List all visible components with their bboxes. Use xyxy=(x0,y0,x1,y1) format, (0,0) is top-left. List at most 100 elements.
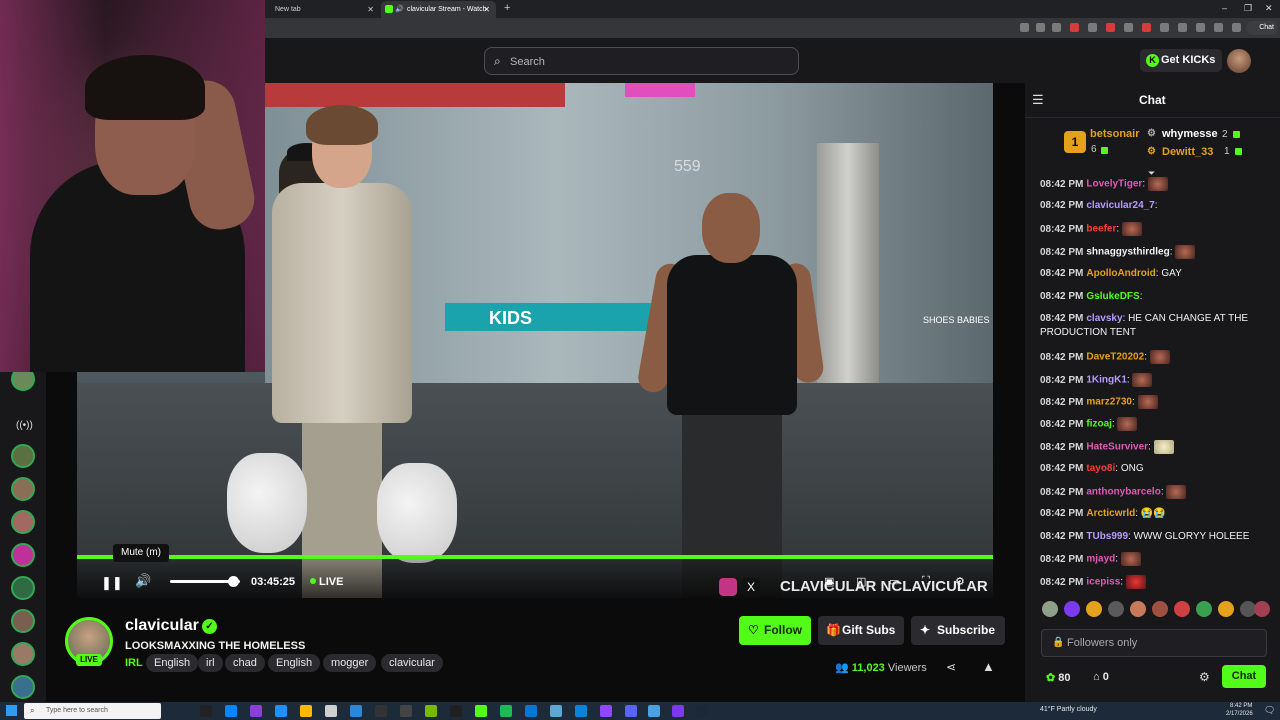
gift-subs-button[interactable]: 🎁 Gift Subs xyxy=(818,616,904,645)
chat-username[interactable]: clavsky xyxy=(1086,313,1122,324)
search-input[interactable]: ⌕ Search xyxy=(484,47,799,75)
taskbar-app-icon[interactable] xyxy=(325,705,337,717)
stream-tag[interactable]: clavicular xyxy=(381,654,443,672)
extension-icon[interactable] xyxy=(1070,23,1079,32)
chat-username[interactable]: DaveT20202 xyxy=(1086,352,1144,363)
taskbar-app-icon[interactable] xyxy=(425,705,437,717)
stream-tag[interactable]: mogger xyxy=(323,654,377,672)
minimize-icon[interactable]: – xyxy=(1222,0,1227,17)
chat-username[interactable]: ApolloAndroid xyxy=(1086,268,1155,279)
favorite-star-icon[interactable] xyxy=(1052,23,1061,32)
settings-icon[interactable] xyxy=(1178,23,1187,32)
extensions-puzzle-icon[interactable] xyxy=(1160,23,1169,32)
file-explorer-icon[interactable] xyxy=(300,705,312,717)
top-gifter-name[interactable]: whymesse xyxy=(1162,128,1218,140)
followed-channel-avatar[interactable] xyxy=(11,675,35,699)
user-avatar[interactable] xyxy=(1227,49,1251,73)
chat-settings-icon[interactable]: ⚙ xyxy=(1199,670,1210,684)
chat-username[interactable]: LovelyTiger xyxy=(1086,179,1142,190)
stream-tag[interactable]: English xyxy=(268,654,321,672)
taskbar-app-icon[interactable] xyxy=(672,705,684,717)
extension-icon[interactable] xyxy=(1088,23,1097,32)
read-aloud-icon[interactable] xyxy=(1036,23,1045,32)
streamer-name[interactable]: clavicular xyxy=(125,617,199,635)
chat-emote-icon[interactable] xyxy=(1147,177,1168,191)
tab-new-tab[interactable]: New tab ✕ xyxy=(265,1,380,18)
emote-icon[interactable] xyxy=(1108,601,1124,617)
followed-channel-avatar[interactable] xyxy=(11,576,35,600)
chat-username[interactable]: HateSurviver xyxy=(1086,442,1148,453)
chat-username[interactable]: fizoaj xyxy=(1086,419,1112,430)
chat-username[interactable]: marz2730 xyxy=(1086,397,1132,408)
followed-channel-avatar[interactable] xyxy=(11,510,35,534)
taskbar-app-icon[interactable] xyxy=(600,705,612,717)
report-warning-icon[interactable]: ▲ xyxy=(982,659,995,674)
taskbar-app-icon[interactable] xyxy=(450,705,462,717)
heart-emote-icon[interactable] xyxy=(1042,601,1058,617)
followed-channel-avatar[interactable] xyxy=(11,642,35,666)
emote-icon[interactable] xyxy=(1254,601,1270,617)
emote-icon[interactable] xyxy=(1152,601,1168,617)
followed-channel-avatar[interactable] xyxy=(11,477,35,501)
get-kicks-button[interactable]: K Get KICKs xyxy=(1140,49,1222,72)
clock-time[interactable]: 8:42 PM xyxy=(1230,702,1252,710)
followed-channel-avatar[interactable] xyxy=(11,609,35,633)
emote-icon[interactable] xyxy=(1130,601,1146,617)
chat-emote-icon[interactable] xyxy=(1121,222,1142,236)
chat-username[interactable]: icepiss xyxy=(1086,577,1120,588)
notifications-icon[interactable]: 🗨 xyxy=(1264,703,1275,717)
taskbar-app-icon[interactable] xyxy=(525,705,537,717)
fullscreen-icon[interactable]: ⛶ xyxy=(922,575,930,588)
clock-date[interactable]: 2/17/2026 xyxy=(1226,710,1253,718)
taskbar-app-icon[interactable] xyxy=(400,705,412,717)
live-label[interactable]: LIVE xyxy=(319,576,343,588)
chat-input[interactable]: 🔒 Followers only xyxy=(1041,629,1267,657)
stream-tag[interactable]: chad xyxy=(225,654,265,672)
emote-icon[interactable] xyxy=(1064,601,1080,617)
more-icon[interactable] xyxy=(1232,23,1241,32)
favorites-icon[interactable] xyxy=(1196,23,1205,32)
restore-icon[interactable]: ❐ xyxy=(1244,0,1252,17)
chat-emote-icon[interactable] xyxy=(1117,417,1138,431)
browser-chat-button[interactable]: Chat xyxy=(1246,21,1278,35)
windows-start-icon[interactable] xyxy=(6,705,17,716)
taskbar-app-icon[interactable] xyxy=(275,705,287,717)
chat-emote-icon[interactable] xyxy=(1149,350,1170,364)
emote-icon[interactable] xyxy=(1218,601,1234,617)
clip-icon[interactable]: ▣ xyxy=(824,575,834,588)
chat-username[interactable]: TUbs999 xyxy=(1086,531,1128,542)
new-tab-button[interactable]: + xyxy=(504,0,510,17)
volume-icon[interactable]: 🔊 xyxy=(135,573,151,589)
taskbar-app-icon[interactable] xyxy=(475,705,487,717)
chat-username[interactable]: clavicular24_7 xyxy=(1086,200,1154,211)
close-tab-icon[interactable]: ✕ xyxy=(367,1,374,18)
taskbar-app-icon[interactable] xyxy=(200,705,212,717)
taskbar-app-icon[interactable] xyxy=(375,705,387,717)
weather-status[interactable]: 41°F Partly cloudy xyxy=(1040,703,1097,717)
emote-icon[interactable] xyxy=(1196,601,1212,617)
share-icon[interactable]: ⋖ xyxy=(946,660,956,674)
collapse-chat-icon[interactable]: ☰ xyxy=(1032,92,1044,108)
follow-button[interactable]: ♡ Follow xyxy=(739,616,811,645)
subscribe-button[interactable]: ✦ Subscribe xyxy=(911,616,1005,645)
emote-icon[interactable] xyxy=(1086,601,1102,617)
extension-icon[interactable] xyxy=(1106,23,1115,32)
edge-browser-icon[interactable] xyxy=(575,705,587,717)
category-link[interactable]: IRL xyxy=(125,657,143,669)
chat-username[interactable]: tayo8i xyxy=(1086,463,1115,474)
stream-tag[interactable]: English xyxy=(146,654,199,672)
taskbar-app-icon[interactable] xyxy=(648,705,660,717)
taskbar-app-icon[interactable] xyxy=(225,705,237,717)
close-window-icon[interactable]: ✕ xyxy=(1265,0,1273,17)
chat-emote-icon[interactable] xyxy=(1175,245,1196,259)
taskbar-app-icon[interactable] xyxy=(625,705,637,717)
steam-icon[interactable] xyxy=(696,705,708,717)
chat-emote-icon[interactable] xyxy=(1125,575,1146,589)
chat-emote-icon[interactable] xyxy=(1132,373,1153,387)
taskbar-app-icon[interactable] xyxy=(250,705,262,717)
chat-emote-icon[interactable] xyxy=(1153,440,1174,454)
playback-progress-bar[interactable] xyxy=(77,555,993,559)
close-tab-icon[interactable]: ✕ xyxy=(483,1,490,18)
chat-emote-icon[interactable] xyxy=(1120,552,1141,566)
followed-channel-avatar[interactable] xyxy=(11,444,35,468)
